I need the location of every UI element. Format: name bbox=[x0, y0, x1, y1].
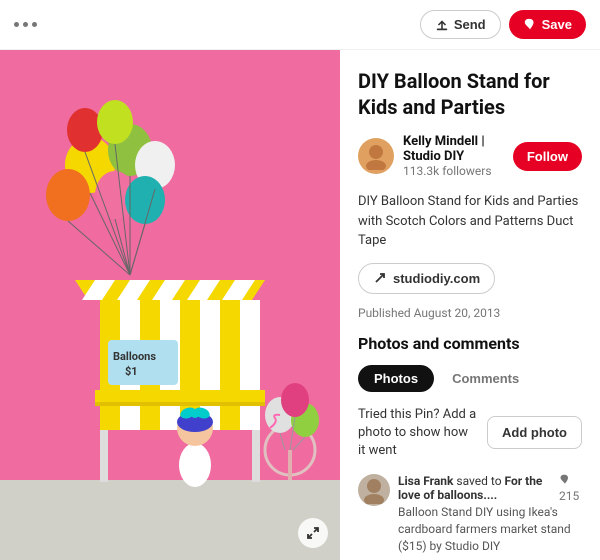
send-icon bbox=[435, 18, 449, 32]
commenter-name[interactable]: Lisa Frank bbox=[398, 474, 453, 488]
svg-text:Balloons: Balloons bbox=[113, 350, 156, 363]
send-button[interactable]: Send bbox=[420, 10, 501, 39]
author-name[interactable]: Kelly Mindell | Studio DIY bbox=[403, 134, 513, 164]
comment-header: Lisa Frank saved to For the love of ball… bbox=[398, 474, 559, 502]
pin-image-section: Balloons $1 bbox=[0, 50, 340, 560]
avatar[interactable] bbox=[358, 138, 394, 174]
tab-photos[interactable]: Photos bbox=[358, 365, 434, 392]
link-text: studiodiy.com bbox=[393, 271, 480, 286]
follow-button[interactable]: Follow bbox=[513, 142, 582, 171]
top-bar: Send Save bbox=[0, 0, 600, 50]
pin-save-icon bbox=[523, 18, 537, 32]
tried-row: Tried this Pin? Add a photo to show how … bbox=[358, 406, 582, 461]
published-date: Published August 20, 2013 bbox=[358, 306, 582, 320]
top-bar-actions: Send Save bbox=[420, 10, 586, 39]
tabs-row: Photos Comments bbox=[358, 365, 582, 392]
save-button[interactable]: Save bbox=[509, 10, 586, 39]
external-link-button[interactable]: studiodiy.com bbox=[358, 263, 495, 294]
comment-body: Balloon Stand DIY using Ikea's cardboard… bbox=[398, 504, 582, 554]
comment-content: Lisa Frank saved to For the love of ball… bbox=[398, 474, 582, 554]
tried-text: Tried this Pin? Add a photo to show how … bbox=[358, 406, 477, 461]
svg-text:$1: $1 bbox=[125, 365, 138, 378]
author-text: Kelly Mindell | Studio DIY 113.3k follow… bbox=[403, 134, 513, 178]
pin-description: DIY Balloon Stand for Kids and Parties w… bbox=[358, 192, 582, 251]
expand-icon[interactable] bbox=[298, 518, 328, 548]
external-link-icon bbox=[373, 271, 387, 285]
pin-image: Balloons $1 bbox=[0, 50, 340, 560]
tab-comments[interactable]: Comments bbox=[436, 365, 535, 392]
comment-row: Lisa Frank saved to For the love of ball… bbox=[358, 474, 582, 554]
pin-title: DIY Balloon Stand for Kids and Parties bbox=[358, 68, 582, 120]
section-title: Photos and comments bbox=[358, 334, 582, 353]
author-row: Kelly Mindell | Studio DIY 113.3k follow… bbox=[358, 134, 582, 178]
author-info: Kelly Mindell | Studio DIY 113.3k follow… bbox=[358, 134, 513, 178]
main-content: Balloons $1 bbox=[0, 50, 600, 560]
add-photo-button[interactable]: Add photo bbox=[487, 416, 582, 449]
menu-dots[interactable] bbox=[14, 22, 37, 27]
saved-text: saved to bbox=[456, 474, 504, 488]
commenter-avatar[interactable] bbox=[358, 474, 390, 506]
detail-section: DIY Balloon Stand for Kids and Parties K… bbox=[340, 50, 600, 560]
save-count-badge: 215 bbox=[559, 474, 582, 503]
author-followers: 113.3k followers bbox=[403, 164, 513, 178]
